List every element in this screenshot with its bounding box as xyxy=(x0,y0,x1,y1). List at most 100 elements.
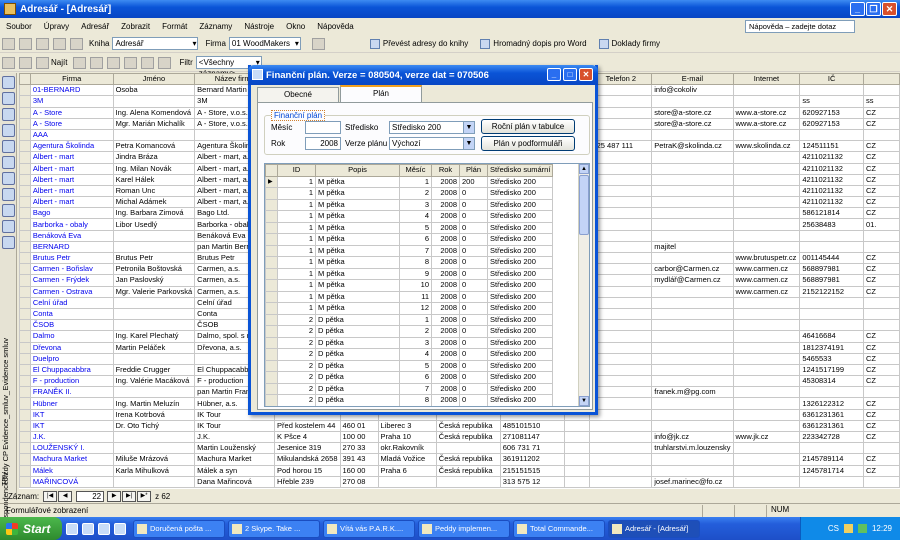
plan-cell[interactable]: 1 xyxy=(277,198,316,211)
table-row[interactable]: MAŘINCOVÁ Dana Mařincová Hřeble 239 270 08 3… xyxy=(19,475,900,488)
row-selector[interactable] xyxy=(19,475,31,488)
table-cell[interactable]: Miluše Mrázová xyxy=(112,453,196,466)
table-cell[interactable] xyxy=(862,229,900,242)
print-icon[interactable] xyxy=(53,37,66,50)
rocni-plan-tabulka-button[interactable]: Roční plán v tabulce xyxy=(481,119,575,134)
plan-cell[interactable]: Středisko 200 xyxy=(486,313,554,326)
table-cell[interactable] xyxy=(589,218,653,231)
table-cell[interactable] xyxy=(589,106,653,119)
plan-row[interactable]: 1M pětka 4 2008 0 Středisko 200 xyxy=(265,210,563,223)
plan-cell[interactable]: 12 xyxy=(399,302,432,315)
table-cell[interactable] xyxy=(732,307,801,321)
table-cell[interactable]: ss xyxy=(799,95,864,108)
table-cell[interactable] xyxy=(732,475,801,488)
table-cell[interactable]: josef.marinec@fo.cz xyxy=(651,475,734,488)
table-cell[interactable]: Conta xyxy=(29,307,114,321)
row-selector[interactable] xyxy=(19,151,31,164)
table-cell[interactable] xyxy=(732,173,801,186)
table-cell[interactable]: CZ xyxy=(862,162,900,175)
table-cell[interactable] xyxy=(732,95,801,108)
folder-icon[interactable] xyxy=(2,220,15,233)
table-cell[interactable]: Mladá Vožice xyxy=(377,453,437,466)
table-cell[interactable]: Mikulandská 2658 xyxy=(274,453,341,466)
table-cell[interactable]: CZ xyxy=(862,363,900,377)
table-cell[interactable]: 1812374191 xyxy=(799,341,864,354)
plan-cell[interactable]: Středisko 200 xyxy=(486,382,554,395)
table-cell[interactable] xyxy=(732,363,801,377)
table-cell[interactable]: 270 33 xyxy=(339,442,379,455)
table-cell[interactable] xyxy=(732,408,801,421)
table-cell[interactable] xyxy=(435,475,501,488)
table-cell[interactable]: CZ xyxy=(862,207,900,220)
desktop-icon[interactable] xyxy=(98,522,110,535)
tab-plan[interactable]: Plán xyxy=(340,85,422,102)
table-cell[interactable] xyxy=(732,453,801,466)
plan-cell[interactable]: 0 xyxy=(459,394,488,406)
row-selector[interactable] xyxy=(265,382,278,395)
table-cell[interactable]: Brutus Petr xyxy=(112,251,196,265)
row-selector[interactable]: ▶ xyxy=(265,175,278,188)
row-selector[interactable] xyxy=(265,198,278,211)
table-cell[interactable] xyxy=(732,330,801,343)
table-cell[interactable]: CZ xyxy=(862,140,900,153)
plan-cell[interactable]: Středisko 200 xyxy=(486,336,554,349)
table-cell[interactable]: CZ xyxy=(862,397,900,410)
plan-cell[interactable]: 0 xyxy=(459,325,488,338)
table-cell[interactable] xyxy=(732,352,801,365)
plan-cell[interactable]: 8 xyxy=(399,256,432,269)
plan-cell[interactable]: 5 xyxy=(399,359,432,372)
table-cell[interactable]: 485101510 xyxy=(499,419,565,433)
table-cell[interactable]: info@jk.cz xyxy=(651,430,734,444)
table-cell[interactable] xyxy=(589,274,653,287)
plan-cell[interactable]: 2008 xyxy=(431,233,460,246)
row-selector[interactable] xyxy=(19,184,31,198)
table-cell[interactable]: CZ xyxy=(862,274,900,287)
plan-row[interactable]: 2D pětka 5 2008 0 Středisko 200 xyxy=(265,359,563,372)
table-cell[interactable]: CZ xyxy=(862,106,900,119)
subform-scrollbar[interactable]: ▲ ▼ xyxy=(578,164,589,406)
table-cell[interactable] xyxy=(563,453,591,466)
plan-cell[interactable]: Středisko 200 xyxy=(486,394,554,406)
table-cell[interactable] xyxy=(589,296,653,309)
plan-cell[interactable]: Středisko 200 xyxy=(486,359,554,372)
table-cell[interactable]: Pod horou 15 xyxy=(274,464,341,477)
new-record-icon[interactable] xyxy=(124,56,138,69)
table-cell[interactable]: Agentura Školinda xyxy=(29,140,114,153)
new-icon[interactable] xyxy=(2,37,15,50)
plan-cell[interactable]: 0 xyxy=(459,405,488,406)
row-selector[interactable] xyxy=(265,359,278,372)
table-cell[interactable]: 46416684 xyxy=(799,330,864,343)
table-cell[interactable] xyxy=(589,263,653,276)
row-selector[interactable] xyxy=(19,330,31,343)
table-cell[interactable]: BERNARD xyxy=(29,240,114,254)
stredisko-combo[interactable]: Středisko 200 ▼ xyxy=(389,121,475,134)
table-cell[interactable]: Barborka - obaly xyxy=(29,218,114,231)
table-cell[interactable]: 215151515 xyxy=(499,464,565,477)
plan-cell[interactable]: 1 xyxy=(277,187,316,200)
table-cell[interactable] xyxy=(732,442,801,455)
plan-cell[interactable]: 2008 xyxy=(431,336,460,349)
table-cell[interactable]: Hübner xyxy=(29,397,114,410)
table-cell[interactable]: CZ xyxy=(862,330,900,343)
plan-row[interactable]: 1M pětka 2 2008 0 Středisko 200 xyxy=(265,187,563,200)
tray-icon[interactable] xyxy=(857,524,867,533)
table-cell[interactable]: Irena Kotrbová xyxy=(112,408,196,421)
table-cell[interactable] xyxy=(589,375,653,388)
plan-cell[interactable]: 2 xyxy=(277,336,316,349)
table-cell[interactable] xyxy=(732,151,801,164)
plan-cell[interactable]: D pětka xyxy=(315,359,400,372)
table-cell[interactable] xyxy=(862,240,900,254)
table-cell[interactable]: 2152122152 xyxy=(799,285,864,298)
column-header[interactable]: IČ xyxy=(799,73,864,86)
plan-cell[interactable]: 1 xyxy=(277,210,316,223)
notes-icon[interactable] xyxy=(2,204,15,217)
plan-row[interactable]: 1M pětka 12 2008 0 Středisko 200 xyxy=(265,302,563,315)
plan-row[interactable]: 1M pětka 3 2008 0 Středisko 200 xyxy=(265,198,563,211)
table-cell[interactable]: CZ xyxy=(862,352,900,365)
plan-row[interactable]: 2D pětka 1 2008 0 Středisko 200 xyxy=(265,313,563,326)
plan-cell[interactable]: 2 xyxy=(399,187,432,200)
table-cell[interactable]: 100 00 xyxy=(339,430,379,444)
scroll-up-icon[interactable]: ▲ xyxy=(579,164,589,174)
plan-cell[interactable]: 1 xyxy=(277,221,316,234)
table-cell[interactable]: truhlarstvi.m.louzensky xyxy=(651,442,734,455)
